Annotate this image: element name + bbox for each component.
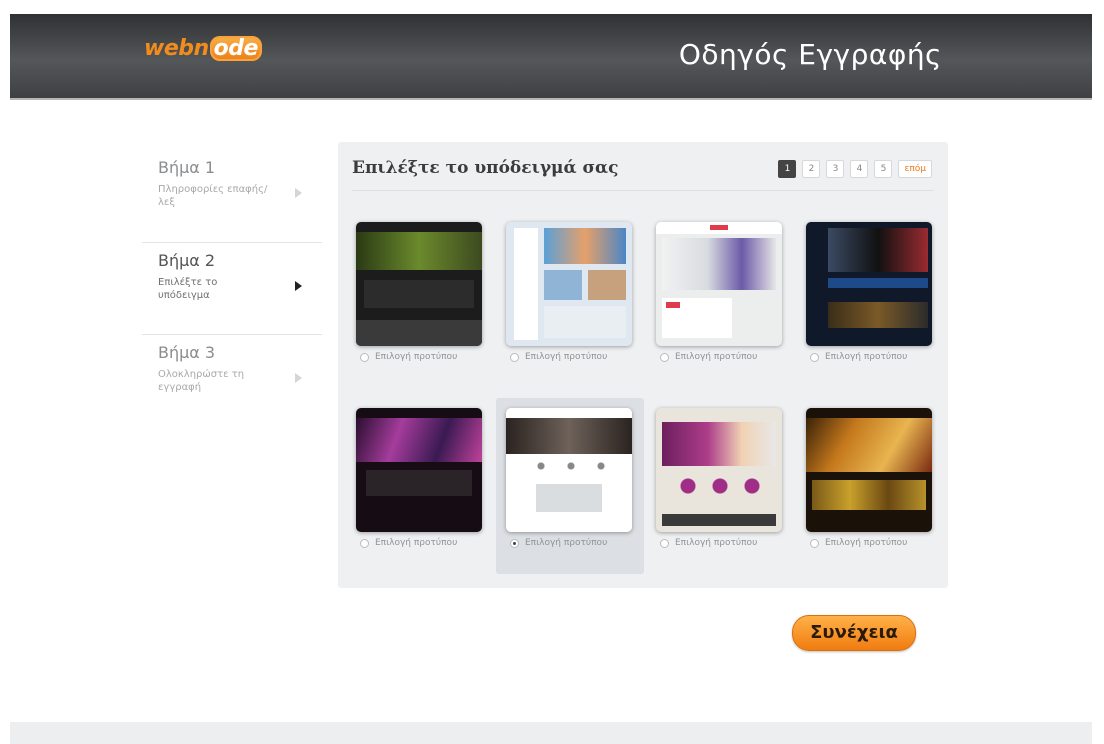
template-radio[interactable] <box>510 352 519 362</box>
panel-title: Επιλέξτε το υπόδειγμά σας <box>352 158 619 178</box>
next-page-button[interactable]: επόμ <box>898 160 932 178</box>
steps-sidebar: Βήμα 1 Πληροφορίες επαφής/λεξ Βήμα 2 Επι… <box>142 150 322 426</box>
template-card-5[interactable]: Επιλογή προτύπου <box>346 398 494 574</box>
logo-bubble: ode <box>209 36 262 61</box>
template-card-6[interactable]: Επιλογή προτύπου <box>496 398 644 574</box>
step-arrow-icon <box>295 188 302 198</box>
template-thumbnail[interactable] <box>506 408 632 532</box>
page-button-4[interactable]: 4 <box>850 160 869 178</box>
template-card-8[interactable]: Επιλογή προτύπου <box>796 398 944 574</box>
template-thumbnail[interactable] <box>656 222 782 346</box>
step-3: Βήμα 3 Ολοκληρώστε τη εγγραφή <box>142 334 322 426</box>
panel-divider <box>352 190 934 191</box>
pagination: 1 2 3 4 5 επόμ <box>778 160 932 178</box>
header-bar: webn ode Οδηγός Εγγραφής <box>10 14 1092 100</box>
template-choice[interactable]: Επιλογή προτύπου <box>660 352 757 362</box>
template-label: Επιλογή προτύπου <box>825 538 908 548</box>
page-button-1[interactable]: 1 <box>778 160 797 178</box>
template-choice[interactable]: Επιλογή προτύπου <box>660 538 757 548</box>
page-title: Οδηγός Εγγραφής <box>678 38 942 71</box>
template-radio-selected[interactable] <box>510 538 519 548</box>
step-1: Βήμα 1 Πληροφορίες επαφής/λεξ <box>142 150 322 242</box>
template-card-1[interactable]: Επιλογή προτύπου <box>346 212 494 388</box>
template-label: Επιλογή προτύπου <box>525 538 608 548</box>
template-radio[interactable] <box>810 352 819 362</box>
page-button-2[interactable]: 2 <box>802 160 821 178</box>
step-title: Βήμα 2 <box>158 251 216 270</box>
webnode-logo[interactable]: webn ode <box>144 36 262 72</box>
step-description: Επιλέξτε το υπόδειγμα <box>158 277 218 301</box>
template-choice[interactable]: Επιλογή προτύπου <box>510 352 607 362</box>
step-description: Πληροφορίες επαφής/λεξ <box>158 184 268 208</box>
template-thumbnail[interactable] <box>356 408 482 532</box>
template-label: Επιλογή προτύπου <box>675 538 758 548</box>
template-thumbnail[interactable] <box>506 222 632 346</box>
template-thumbnail[interactable] <box>656 408 782 532</box>
page-button-3[interactable]: 3 <box>826 160 845 178</box>
template-choice[interactable]: Επιλογή προτύπου <box>510 538 607 548</box>
template-radio[interactable] <box>360 538 369 548</box>
template-label: Επιλογή προτύπου <box>525 352 608 362</box>
template-label: Επιλογή προτύπου <box>675 352 758 362</box>
step-title: Βήμα 1 <box>158 158 216 177</box>
logo-text: webn <box>144 36 209 61</box>
template-panel: Επιλέξτε το υπόδειγμά σας 1 2 3 4 5 επόμ… <box>338 142 948 588</box>
step-arrow-icon <box>295 373 302 383</box>
footer-bar <box>10 722 1092 744</box>
template-radio[interactable] <box>360 352 369 362</box>
step-title: Βήμα 3 <box>158 343 216 362</box>
template-card-2[interactable]: Επιλογή προτύπου <box>496 212 644 388</box>
template-thumbnail[interactable] <box>356 222 482 346</box>
continue-button[interactable]: Συνέχεια <box>792 615 916 651</box>
template-label: Επιλογή προτύπου <box>375 538 458 548</box>
template-choice[interactable]: Επιλογή προτύπου <box>810 538 907 548</box>
step-arrow-icon <box>295 281 302 291</box>
step-description: Ολοκληρώστε τη εγγραφή <box>158 369 245 393</box>
template-choice[interactable]: Επιλογή προτύπου <box>360 538 457 548</box>
template-choice[interactable]: Επιλογή προτύπου <box>360 352 457 362</box>
wizard-frame: webn ode Οδηγός Εγγραφής Βήμα 1 Πληροφορί… <box>10 14 1092 744</box>
template-label: Επιλογή προτύπου <box>375 352 458 362</box>
step-2: Βήμα 2 Επιλέξτε το υπόδειγμα <box>142 242 322 334</box>
template-radio[interactable] <box>660 538 669 548</box>
template-choice[interactable]: Επιλογή προτύπου <box>810 352 907 362</box>
template-card-7[interactable]: Επιλογή προτύπου <box>646 398 794 574</box>
template-grid: Επιλογή προτύπου Επιλογή προτύπου Επιλογ… <box>346 212 944 574</box>
template-radio[interactable] <box>660 352 669 362</box>
template-thumbnail[interactable] <box>806 222 932 346</box>
template-radio[interactable] <box>810 538 819 548</box>
template-card-3[interactable]: Επιλογή προτύπου <box>646 212 794 388</box>
page-button-5[interactable]: 5 <box>874 160 893 178</box>
template-card-4[interactable]: Επιλογή προτύπου <box>796 212 944 388</box>
template-label: Επιλογή προτύπου <box>825 352 908 362</box>
template-thumbnail[interactable] <box>806 408 932 532</box>
